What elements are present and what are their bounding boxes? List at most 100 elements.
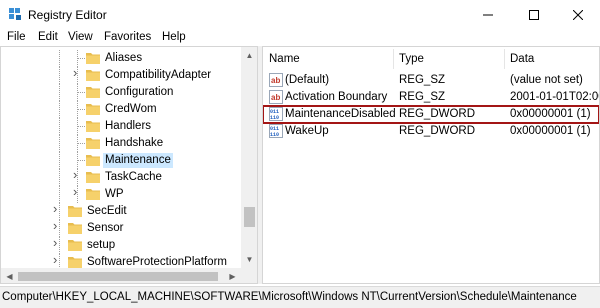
tree-guide-line (77, 126, 85, 127)
tree-item-handlers[interactable]: Handlers (1, 118, 241, 135)
menu-view[interactable]: View (68, 31, 93, 43)
tree-item-handshake[interactable]: Handshake (1, 135, 241, 152)
chevron-right-icon[interactable]: › (53, 253, 63, 266)
tree-guide-line (77, 58, 85, 59)
dword-value-icon: 011110 (269, 124, 283, 138)
svg-text:110: 110 (270, 132, 279, 138)
folder-icon (68, 223, 82, 234)
folder-icon (86, 138, 100, 149)
tree-item-maintenance[interactable]: Maintenance (1, 152, 241, 169)
value-row[interactable]: ab (Default) REG_SZ (value not set) (263, 72, 599, 89)
tree-item-secedit[interactable]: › SecEdit (1, 202, 241, 220)
menu-file[interactable]: File (7, 31, 26, 43)
chevron-right-icon[interactable]: › (73, 185, 83, 198)
menu-favorites[interactable]: Favorites (104, 31, 151, 43)
tree-item-compatibilityadapter[interactable]: › CompatibilityAdapter (1, 66, 241, 84)
scroll-right-arrow-icon[interactable]: ▶ (224, 268, 241, 283)
tree-item-credwom[interactable]: CredWom (1, 101, 241, 118)
tree-item-label[interactable]: SecEdit (85, 204, 129, 219)
value-type-cell: REG_SZ (399, 91, 446, 103)
tree-item-label[interactable]: WP (103, 187, 126, 202)
window-title: Registry Editor (28, 8, 107, 22)
value-name-cell: MaintenanceDisabled (285, 108, 396, 120)
tree-vertical-scroll-thumb[interactable] (244, 207, 255, 227)
minimize-button[interactable] (466, 0, 510, 30)
tree-item-label[interactable]: Handshake (103, 136, 165, 151)
tree-item-label[interactable]: Aliases (103, 51, 144, 66)
tree-item-label[interactable]: CompatibilityAdapter (103, 68, 213, 83)
tree-item-label[interactable]: CredWom (103, 102, 159, 117)
folder-icon (68, 257, 82, 268)
tree-guide-line (59, 152, 60, 169)
tree-guide-line (77, 109, 85, 110)
scroll-up-arrow-icon[interactable]: ▲ (241, 47, 257, 64)
close-button[interactable] (556, 0, 600, 30)
tree-guide-line (59, 67, 60, 84)
menu-help[interactable]: Help (162, 31, 186, 43)
tree-item-label[interactable]: setup (85, 238, 117, 253)
tree-guide-line (59, 135, 60, 152)
current-key-path: Computer\HKEY_LOCAL_MACHINE\SOFTWARE\Mic… (2, 291, 577, 303)
chevron-right-icon[interactable]: › (73, 168, 83, 181)
value-type-cell: REG_DWORD (399, 125, 476, 137)
scroll-left-arrow-icon[interactable]: ◀ (1, 268, 18, 283)
maximize-button[interactable] (512, 0, 556, 30)
folder-icon (86, 121, 100, 132)
chevron-right-icon[interactable]: › (53, 202, 63, 215)
tree-guide-line (59, 118, 60, 135)
registry-values-list[interactable]: Name Type Data ab (Default) REG_SZ (value n… (262, 46, 600, 284)
chevron-right-icon[interactable]: › (53, 219, 63, 232)
value-name-cell: Activation Boundary (285, 91, 388, 103)
folder-icon (86, 87, 100, 98)
folder-icon (86, 189, 100, 200)
value-data-cell: (value not set) (510, 74, 583, 86)
folder-icon (86, 172, 100, 183)
tree-item-label[interactable]: Sensor (85, 221, 125, 236)
chevron-right-icon[interactable]: › (53, 236, 63, 249)
value-name-cell: WakeUp (285, 125, 329, 137)
scrollbar-corner (241, 268, 257, 283)
tree-guide-line (59, 186, 60, 203)
close-icon (573, 10, 583, 20)
column-header-data[interactable]: Data (504, 47, 534, 71)
tree-guide-line (59, 101, 60, 118)
column-header-type[interactable]: Type (393, 47, 424, 71)
menu-edit[interactable]: Edit (38, 31, 58, 43)
tree-item-label[interactable]: TaskCache (103, 170, 164, 185)
tree-item-aliases[interactable]: Aliases (1, 50, 241, 67)
value-data-cell: 0x00000001 (1) (510, 108, 591, 120)
column-header-name[interactable]: Name (263, 47, 300, 71)
tree-item-sensor[interactable]: › Sensor (1, 219, 241, 237)
string-value-icon: ab (269, 90, 283, 104)
tree-item-configuration[interactable]: Configuration (1, 84, 241, 101)
registry-key-tree[interactable]: Aliases › CompatibilityAdapter Configuratio… (0, 46, 258, 284)
tree-horizontal-scroll-thumb[interactable] (18, 272, 218, 281)
tree-guide-line (59, 84, 60, 101)
tree-guide-line (59, 169, 60, 186)
svg-text:ab: ab (271, 93, 280, 102)
tree-item-label[interactable]: Configuration (103, 85, 175, 100)
value-row[interactable]: 011 110 WakeUp REG_DWORD 0x00000001 (1) (263, 123, 599, 140)
svg-text:ab: ab (271, 76, 280, 85)
folder-icon (68, 240, 82, 251)
chevron-right-icon[interactable]: › (73, 66, 83, 79)
value-row[interactable]: ab Activation Boundary REG_SZ 2001-01-01T02… (263, 89, 599, 106)
tree-vertical-scrollbar[interactable]: ▲ ▼ (241, 47, 257, 268)
tree-item-setup[interactable]: › setup (1, 236, 241, 254)
tree-item-wp[interactable]: › WP (1, 185, 241, 203)
tree-item-label[interactable]: Maintenance (103, 153, 173, 168)
value-row[interactable]: 011 110 MaintenanceDisabled REG_DWORD 0x0000… (263, 105, 599, 124)
folder-icon (86, 53, 100, 64)
folder-icon (86, 155, 100, 166)
scroll-down-arrow-icon[interactable]: ▼ (241, 251, 257, 268)
tree-item-taskcache[interactable]: › TaskCache (1, 168, 241, 186)
tree-horizontal-scrollbar[interactable]: ◀ ▶ (1, 268, 241, 283)
tree-guide-line (59, 50, 60, 67)
value-type-cell: REG_DWORD (399, 108, 476, 120)
value-name-cell: (Default) (285, 74, 330, 86)
minimize-icon (483, 14, 493, 16)
tree-guide-line (77, 92, 85, 93)
title-bar: Registry Editor (0, 0, 600, 30)
tree-guide-line (77, 143, 85, 144)
tree-item-label[interactable]: Handlers (103, 119, 153, 134)
